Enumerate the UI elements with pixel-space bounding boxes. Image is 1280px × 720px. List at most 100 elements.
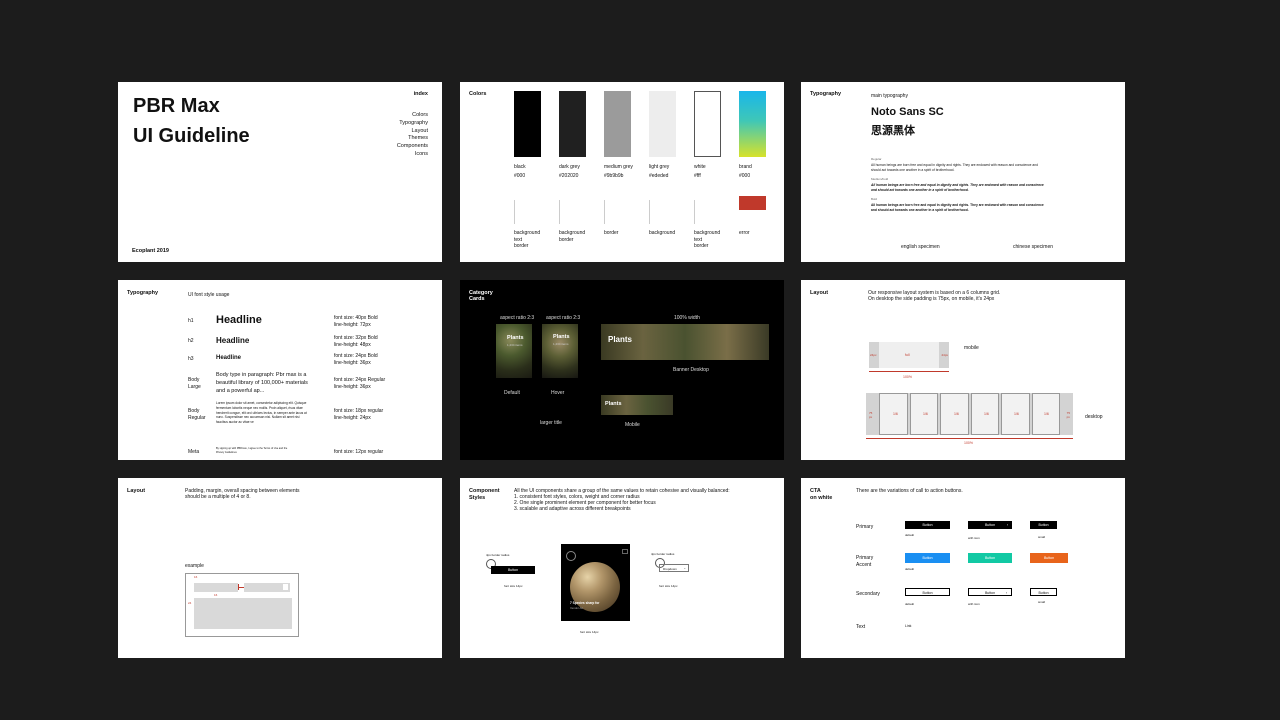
row-tag-h3: h3 — [188, 356, 194, 362]
cta-row-primary: Primary — [856, 524, 874, 530]
desktop-col-6: 1/6 — [1044, 412, 1049, 416]
usage-label-medium-grey: border — [604, 230, 619, 236]
card-hover[interactable]: Plants 1,234 items — [542, 324, 578, 378]
secondary-button-icon[interactable]: Button › — [968, 588, 1012, 596]
slide-cta[interactable]: CTA on white There are the variations of… — [801, 478, 1125, 658]
row-sample-meta: By signing up with PBRmax, I agree to th… — [216, 447, 288, 454]
desktop-col-2: 1/6 — [923, 412, 928, 416]
cards-heading: Category Cards — [469, 290, 493, 302]
index-item-themes[interactable]: Themes — [397, 135, 428, 143]
row-spec-meta: font size: 12px regular — [334, 449, 384, 455]
example-button[interactable]: Button — [491, 566, 535, 574]
example-dropdown[interactable]: Dropdown ⌄ — [659, 564, 689, 572]
primary-button-small[interactable]: Button — [1030, 521, 1057, 529]
cta-intro: There are the variations of call to acti… — [856, 488, 963, 494]
card-default[interactable]: Plants 1,234 items — [496, 324, 532, 378]
card-corner-mark — [622, 549, 628, 554]
swatch-light-grey — [649, 91, 676, 157]
desktop-percent: 100% — [964, 441, 973, 445]
primary-button[interactable]: Button — [905, 521, 950, 529]
card-material-sub: Vendor Art — [570, 606, 584, 610]
card-material-title: 7 Species sharp for — [570, 601, 600, 605]
slide-layout-grid[interactable]: Layout Our responsive layout system is b… — [801, 280, 1125, 460]
slide-component-styles[interactable]: Component Styles All the UI components s… — [460, 478, 784, 658]
index-list: Colors Typography Layout Themes Componen… — [397, 112, 428, 159]
slide-typography-usage[interactable]: Typography UI font style usage h1 Headli… — [118, 280, 442, 460]
typo2-subheading: UI font style usage — [188, 292, 230, 298]
cta-heading: CTA on white — [810, 488, 833, 501]
desktop-measure-line — [866, 438, 1073, 439]
example-label: example — [185, 563, 204, 569]
slide-cover[interactable]: PBR Max UI Guideline index Colors Typogr… — [118, 82, 442, 262]
row-spec-body-large: font size: 24px Regular line-height: 36p… — [334, 377, 386, 390]
components-heading: Component Styles — [469, 488, 500, 501]
text-link[interactable]: Link — [905, 624, 911, 628]
index-item-typography[interactable]: Typography — [397, 120, 428, 128]
accent-button-teal[interactable]: Button — [968, 553, 1012, 563]
cta-row-accent: Primary Accent — [856, 555, 874, 568]
desktop-col-1: 1/6 — [893, 412, 898, 416]
secondary-button[interactable]: Button — [905, 588, 950, 596]
mobile-label: Mobile — [625, 422, 640, 428]
margin-label-24: 24 — [188, 601, 192, 605]
usage-label-light-grey: background — [649, 230, 676, 236]
typo1-font-name: Noto Sans SC — [871, 106, 944, 118]
secondary-button-small[interactable]: Button — [1030, 588, 1057, 596]
accent-button-orange[interactable]: Button — [1030, 553, 1068, 563]
index-item-layout[interactable]: Layout — [397, 128, 428, 136]
usage-divider — [559, 200, 560, 224]
row-spec-h1: font size: 40px Bold line-height: 72px — [334, 315, 378, 328]
usage-divider — [694, 200, 695, 224]
desktop-col-5: 1/6 — [1014, 412, 1019, 416]
margin-label-16: 16 — [194, 575, 198, 579]
card-default-title: Plants — [507, 335, 524, 341]
layout2-heading: Layout — [127, 488, 146, 494]
btn-font-label: font size 14px — [504, 584, 523, 588]
desktop-side-right: 75 px — [1066, 411, 1070, 419]
usage-divider — [649, 200, 650, 224]
cover-title-line2: UI Guideline — [133, 125, 250, 147]
margin-label-16b: 16 — [214, 593, 218, 597]
mobile-side-left: 24px — [870, 353, 877, 357]
typo2-heading: Typography — [127, 290, 159, 296]
product-card[interactable]: 7 Species sharp for Vendor Art — [561, 544, 630, 621]
primary-sub-icon: with icon — [968, 536, 980, 540]
banner-mobile[interactable]: Plants — [601, 395, 673, 415]
index-item-components[interactable]: Components — [397, 143, 428, 151]
desktop-side-left: 75 px — [869, 411, 873, 419]
swatch-error — [739, 196, 766, 210]
cta-row-secondary: Secondary — [856, 591, 880, 597]
desktop-label: desktop — [1085, 414, 1103, 420]
index-item-colors[interactable]: Colors — [397, 112, 428, 120]
components-point-3: 3. scalable and adaptive across differen… — [514, 506, 631, 512]
index-item-icons[interactable]: Icons — [397, 151, 428, 159]
banner-desktop[interactable]: Plants — [601, 324, 769, 360]
cover-footer: Ecoplant 2019 — [132, 248, 169, 254]
slide-layout-spacing[interactable]: Layout Padding, margin, overall spacing … — [118, 478, 442, 658]
row-tag-body-regular: Body Regular — [188, 408, 206, 421]
slide-colors[interactable]: Colors black #000 dark grey #202020 medium… — [460, 82, 784, 262]
arrow-icon: › — [1005, 591, 1007, 595]
accent-button-blue[interactable]: Button — [905, 553, 950, 563]
mobile-banner-title: Plants — [605, 401, 622, 407]
row-tag-meta: Meta — [188, 449, 200, 455]
card-default-sub: 1,234 items — [507, 343, 523, 347]
row-sample-h3: Headline — [216, 355, 242, 361]
swatch-medium-grey — [604, 91, 631, 157]
primary-sub-default: default — [905, 533, 915, 537]
example-block-3 — [194, 598, 292, 629]
slide-category-cards[interactable]: Category Cards aspect ratio 2:3 aspect r… — [460, 280, 784, 460]
swatch-brand — [739, 91, 766, 157]
primary-button-icon[interactable]: Button › — [968, 521, 1012, 529]
slide-typography-main[interactable]: Typography main typography Noto Sans SC … — [801, 82, 1125, 262]
larger-title-label: larger title — [540, 420, 562, 426]
swatch-white — [694, 91, 721, 157]
usage-divider — [604, 200, 605, 224]
index-label: index — [413, 91, 428, 97]
secondary-sub-icon: with icon — [968, 602, 980, 606]
usage-label-white: background text border — [694, 230, 721, 249]
row-tag-h1: h1 — [188, 318, 194, 324]
dropdown-chevron-icon: ⌄ — [683, 566, 686, 570]
swatch-label-light-grey: light grey #ededed — [649, 164, 670, 179]
mobile-label: mobile — [964, 345, 979, 351]
